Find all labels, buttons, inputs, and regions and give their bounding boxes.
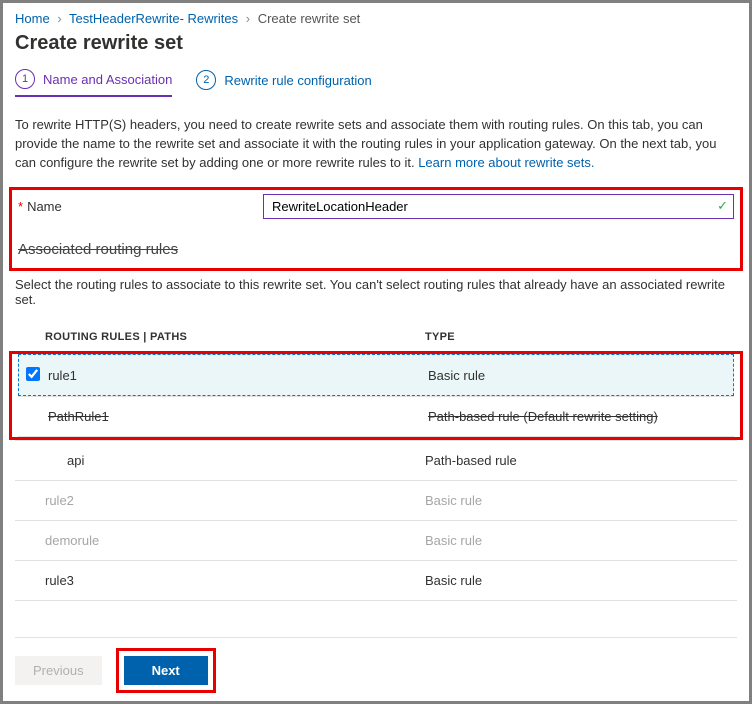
learn-more-link[interactable]: Learn more about rewrite sets. [418,155,594,170]
row-name: rule3 [45,573,425,588]
breadcrumb-home[interactable]: Home [15,11,50,26]
row-type: Path-based rule (Default rewrite setting… [428,409,734,424]
next-button[interactable]: Next [124,656,208,685]
chevron-right-icon: › [246,11,250,26]
breadcrumb: Home › TestHeaderRewrite- Rewrites › Cre… [15,11,737,26]
tab-label: Name and Association [43,72,172,87]
row-name: rule2 [45,493,425,508]
step-number-icon: 1 [15,69,35,89]
row-type: Basic rule [425,573,737,588]
col-routing-rules: ROUTING RULES | PATHS [45,331,425,343]
step-number-icon: 2 [196,70,216,90]
breadcrumb-current: Create rewrite set [258,11,361,26]
row-type: Basic rule [425,533,737,548]
tab-rewrite-rule-config[interactable]: 2 Rewrite rule configuration [196,70,371,96]
tab-name-association[interactable]: 1 Name and Association [15,69,172,97]
previous-button: Previous [15,656,102,685]
valid-check-icon: ✓ [717,198,728,214]
table-row[interactable]: rule1 Basic rule [18,354,734,396]
table-row[interactable]: rule3 Basic rule [15,560,737,601]
chevron-right-icon: › [57,11,61,26]
table-row: rule2 Basic rule [15,480,737,520]
footer: Previous Next [15,637,737,693]
highlight-name-section: *Name ✓ Associated routing rules [9,187,743,271]
table-row[interactable]: api Path-based rule [15,440,737,480]
required-icon: * [18,199,23,214]
breadcrumb-mid[interactable]: TestHeaderRewrite- Rewrites [69,11,238,26]
row-name: PathRule1 [48,409,428,424]
highlight-next: Next [116,648,216,693]
page-title: Create rewrite set [15,32,737,55]
name-input[interactable] [263,194,734,219]
associated-rules-heading: Associated routing rules [18,241,734,258]
name-label: *Name [18,199,263,214]
tab-label: Rewrite rule configuration [224,73,371,88]
row-name: rule1 [48,368,428,383]
table-row: demorule Basic rule [15,520,737,560]
wizard-tabs: 1 Name and Association 2 Rewrite rule co… [15,69,737,98]
table-row[interactable]: PathRule1 Path-based rule (Default rewri… [18,396,734,437]
highlight-rows: rule1 Basic rule PathRule1 Path-based ru… [9,351,743,440]
col-type: TYPE [425,331,737,343]
row-name: demorule [45,533,425,548]
description-text: To rewrite HTTP(S) headers, you need to … [15,116,737,173]
row-type: Basic rule [428,368,734,383]
row-type: Path-based rule [425,453,737,468]
associated-rules-subtext: Select the routing rules to associate to… [15,277,737,307]
row-name: api [45,453,425,468]
table-header: ROUTING RULES | PATHS TYPE [15,325,737,351]
row-checkbox[interactable] [26,367,40,381]
row-type: Basic rule [425,493,737,508]
